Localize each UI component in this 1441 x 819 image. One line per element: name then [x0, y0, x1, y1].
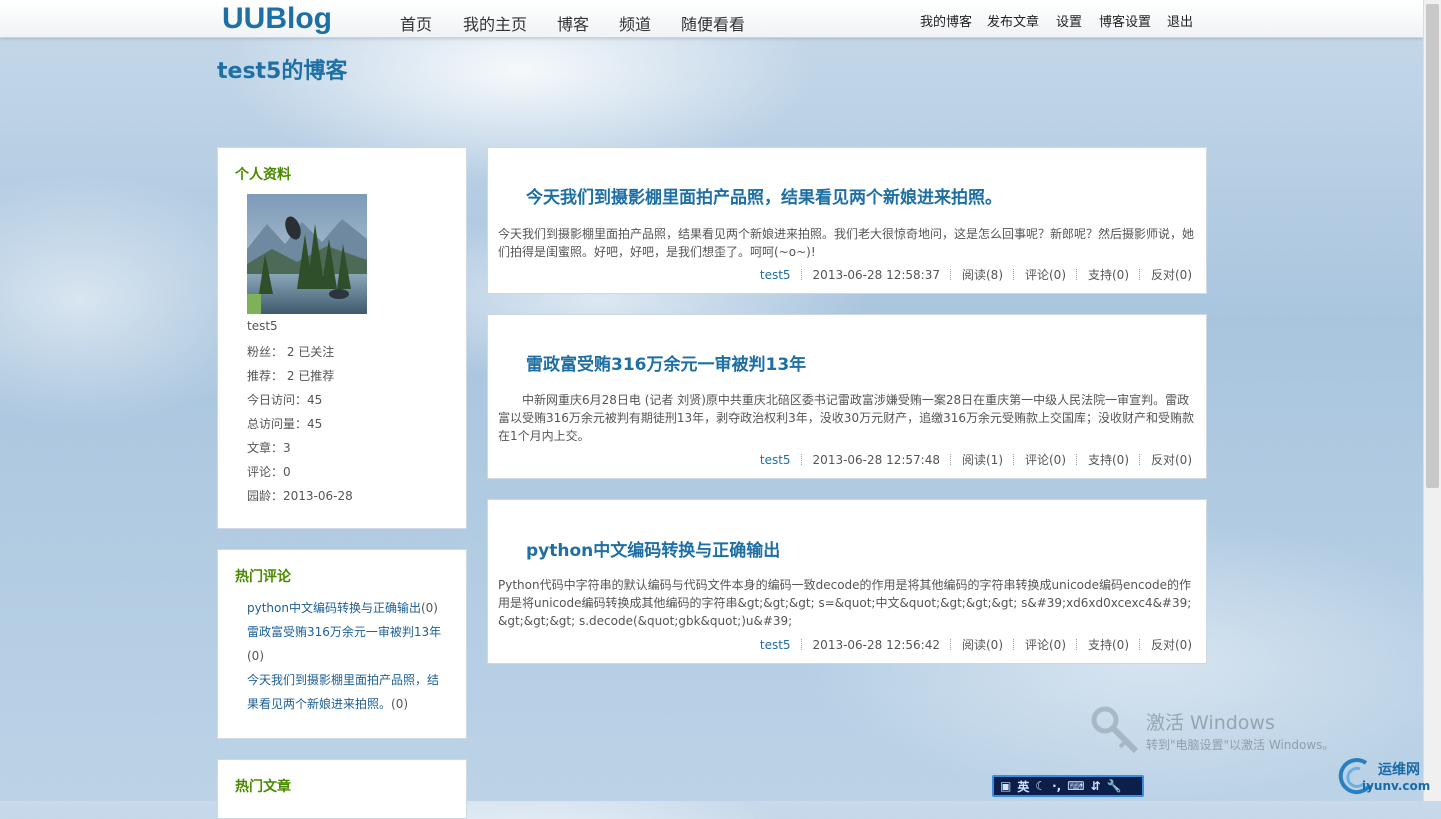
hot-comment-title[interactable]: python中文编码转换与正确输出: [247, 601, 421, 615]
post-support[interactable]: 支持(0): [1088, 451, 1129, 468]
hot-articles-panel: 热门文章: [217, 759, 467, 819]
watermark-hint: 转到"电脑设置"以激活 Windows。: [1146, 738, 1335, 752]
hot-comments-heading: 热门评论: [235, 569, 291, 585]
profile-comments: 评论：0: [247, 465, 291, 479]
moon-icon[interactable]: ☾: [1035, 779, 1046, 793]
nav-blog[interactable]: 博客: [557, 11, 589, 35]
hot-comment-count: (0): [391, 697, 409, 711]
nav-publish-post[interactable]: 发布文章: [987, 11, 1039, 30]
nav-home[interactable]: 首页: [400, 11, 432, 35]
hot-comment-count: (0): [247, 649, 264, 663]
post-card: 雷政富受贿316万余元一审被判13年 中新网重庆6月28日电 (记者 刘贤)原中…: [487, 314, 1207, 479]
post-author[interactable]: test5: [760, 268, 791, 282]
profile-username[interactable]: test5: [247, 319, 278, 333]
profile-recommend: 推荐： 2 已推荐: [247, 369, 335, 383]
post-meta: test5 2013-06-28 12:58:37 阅读(8) 评论(0) 支持…: [760, 266, 1192, 283]
ime-toolbar[interactable]: ▣ 英 ☾ ·, ⌨ ⇵ 🔧: [992, 775, 1144, 797]
profile-total-visits: 总访问量：45: [247, 417, 323, 431]
hot-comment-item[interactable]: 今天我们到摄影棚里面拍产品照，结果看见两个新娘进来拍照。(0): [247, 668, 447, 716]
brand-watermark: 运维网 iyunv.com: [1336, 755, 1436, 799]
post-time: 2013-06-28 12:56:42: [812, 637, 940, 652]
ime-logo-icon[interactable]: ▣: [1000, 779, 1011, 793]
post-summary: 今天我们到摄影棚里面拍产品照，结果看见两个新娘进来拍照。我们老大很惊奇地问，这是…: [498, 227, 1195, 259]
nav-browse[interactable]: 随便看看: [681, 11, 745, 35]
hot-comment-title[interactable]: 雷政富受贿316万余元一审被判13年: [247, 625, 441, 639]
post-oppose[interactable]: 反对(0): [1151, 451, 1192, 468]
blog-title: test5的博客: [217, 59, 348, 84]
post-meta: test5 2013-06-28 12:57:48 阅读(1) 评论(0) 支持…: [760, 451, 1192, 468]
profile-today-visits: 今日访问：45: [247, 393, 323, 407]
post-time: 2013-06-28 12:58:37: [812, 267, 940, 282]
hot-comments-panel: 热门评论 python中文编码转换与正确输出(0) 雷政富受贿316万余元一审被…: [217, 549, 467, 739]
scrollbar-thumb[interactable]: [1426, 4, 1439, 488]
ime-language[interactable]: 英: [1017, 778, 1029, 795]
keyboard-icon[interactable]: ⌨: [1067, 779, 1084, 793]
post-card: python中文编码转换与正确输出 Python代码中字符串的默认编码与代码文件…: [487, 499, 1207, 664]
post-comments[interactable]: 评论(0): [1025, 266, 1066, 283]
profile-articles: 文章：3: [247, 441, 291, 455]
nav-settings[interactable]: 设置: [1056, 11, 1082, 30]
post-summary: 中新网重庆6月28日电 (记者 刘贤)原中共重庆北碚区委书记雷政富涉嫌受贿一案2…: [498, 393, 1194, 443]
post-author[interactable]: test5: [760, 453, 791, 467]
post-reads[interactable]: 阅读(8): [962, 266, 1003, 283]
hot-comment-title[interactable]: 今天我们到摄影棚里面拍产品照，结果看见两个新娘进来拍照。: [247, 673, 439, 711]
nav-logout[interactable]: 退出: [1167, 11, 1193, 30]
brand-domain: iyunv.com: [1362, 779, 1431, 793]
vertical-scrollbar[interactable]: [1423, 0, 1441, 801]
hot-articles-heading: 热门文章: [235, 779, 291, 795]
punctuation-icon[interactable]: ·,: [1052, 779, 1061, 793]
post-title[interactable]: python中文编码转换与正确输出: [526, 536, 780, 561]
key-icon: [1091, 706, 1139, 754]
profile-age: 园龄：2013-06-28: [247, 489, 353, 503]
wrench-icon[interactable]: 🔧: [1107, 779, 1122, 793]
post-reads[interactable]: 阅读(1): [962, 451, 1003, 468]
profile-panel: 个人资料 test5 粉丝： 2 已关注 推荐： 2 已推荐 今日访问：45 总…: [217, 147, 467, 529]
nav-channel[interactable]: 频道: [619, 11, 651, 35]
top-nav-bar: UUBlog 首页 我的主页 博客 频道 随便看看 我的博客 发布文章 设置 博…: [0, 0, 1423, 38]
hot-comment-count: (0): [420, 601, 438, 615]
site-logo[interactable]: UUBlog: [222, 2, 332, 36]
profile-heading: 个人资料: [235, 167, 291, 183]
post-summary: Python代码中字符串的默认编码与代码文件本身的编码一致decode的作用是将…: [498, 578, 1192, 628]
nav-my-homepage[interactable]: 我的主页: [463, 11, 527, 35]
post-reads[interactable]: 阅读(0): [962, 636, 1003, 653]
brand-name: 运维网: [1378, 762, 1420, 778]
nav-blog-settings[interactable]: 博客设置: [1099, 11, 1151, 30]
avatar[interactable]: [247, 194, 367, 314]
post-author[interactable]: test5: [760, 638, 791, 652]
post-oppose[interactable]: 反对(0): [1151, 266, 1192, 283]
post-comments[interactable]: 评论(0): [1025, 636, 1066, 653]
post-title[interactable]: 今天我们到摄影棚里面拍产品照，结果看见两个新娘进来拍照。: [526, 183, 1002, 208]
hot-comment-item[interactable]: 雷政富受贿316万余元一审被判13年 (0): [247, 620, 447, 668]
post-title[interactable]: 雷政富受贿316万余元一审被判13年: [526, 350, 806, 375]
watermark-title: 激活 Windows: [1146, 712, 1275, 734]
profile-fans: 粉丝： 2 已关注: [247, 345, 335, 359]
post-support[interactable]: 支持(0): [1088, 636, 1129, 653]
post-comments[interactable]: 评论(0): [1025, 451, 1066, 468]
post-time: 2013-06-28 12:57:48: [812, 452, 940, 467]
hot-comment-item[interactable]: python中文编码转换与正确输出(0): [247, 596, 447, 620]
nav-my-blog[interactable]: 我的博客: [920, 11, 972, 30]
post-support[interactable]: 支持(0): [1088, 266, 1129, 283]
post-card: 今天我们到摄影棚里面拍产品照，结果看见两个新娘进来拍照。 今天我们到摄影棚里面拍…: [487, 147, 1207, 294]
post-meta: test5 2013-06-28 12:56:42 阅读(0) 评论(0) 支持…: [760, 636, 1192, 653]
switch-icon[interactable]: ⇵: [1091, 779, 1101, 793]
post-oppose[interactable]: 反对(0): [1151, 636, 1192, 653]
